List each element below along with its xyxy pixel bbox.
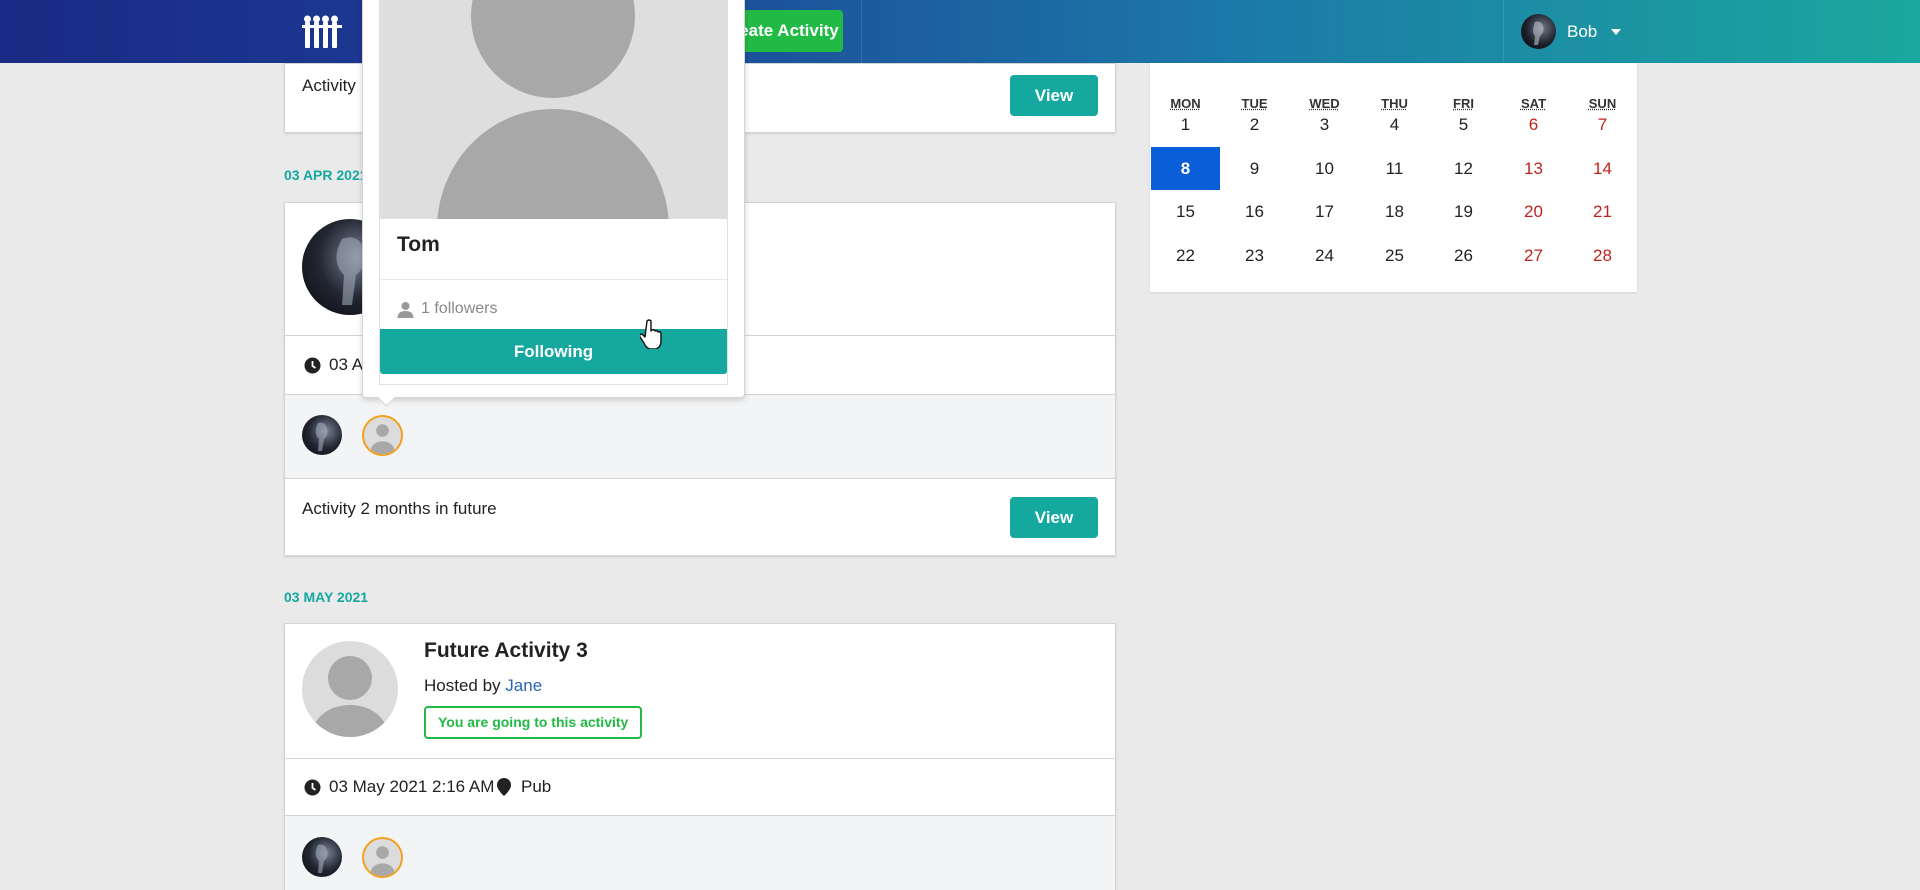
user-placeholder-icon xyxy=(364,839,401,876)
date-header: 03 MAY 2021 xyxy=(284,589,368,605)
user-placeholder-icon xyxy=(302,641,398,737)
clock-icon xyxy=(304,357,321,374)
calendar-day[interactable]: 18 xyxy=(1360,190,1429,233)
calendar-day[interactable]: 1 xyxy=(1151,103,1220,146)
date-header: 03 APR 2021 xyxy=(284,167,368,183)
profile-name: Tom xyxy=(397,233,440,257)
activity-time-segment: 03 May 2021 2:16 AM Pub xyxy=(284,758,1116,816)
app-logo-icon[interactable] xyxy=(302,14,346,48)
calendar-day[interactable]: 3 xyxy=(1290,103,1359,146)
calendar-day[interactable]: 4 xyxy=(1360,103,1429,146)
following-button[interactable]: Following xyxy=(380,329,727,374)
profile-card: Tom 1 followers Following xyxy=(379,0,728,385)
calendar-day[interactable]: 24 xyxy=(1290,234,1359,277)
calendar-day[interactable]: 20 xyxy=(1499,190,1568,233)
attendee-avatar[interactable] xyxy=(302,837,342,877)
calendar-day[interactable]: 12 xyxy=(1429,147,1498,190)
activity-datetime: 03 May 2021 2:16 AM xyxy=(329,777,494,797)
calendar-day[interactable]: 2 xyxy=(1220,103,1289,146)
divider xyxy=(380,279,727,280)
activity-datetime: 03 A xyxy=(329,355,363,375)
map-marker-icon xyxy=(497,778,511,796)
clock-icon xyxy=(304,779,321,796)
followers-label: 1 followers xyxy=(421,300,497,318)
activity-title[interactable]: Future Activity 3 xyxy=(424,639,588,663)
user-menu[interactable]: Bob xyxy=(1521,14,1621,49)
host-avatar[interactable] xyxy=(302,641,398,737)
calendar-day[interactable]: 5 xyxy=(1429,103,1498,146)
user-icon xyxy=(397,301,414,318)
hosted-by-text: Hosted by Jane xyxy=(424,676,542,696)
activity-footer-segment: Activity 2 months in future View xyxy=(284,478,1116,556)
calendar-day[interactable]: 6 xyxy=(1499,103,1568,146)
hosted-by-prefix: Hosted by xyxy=(424,676,501,695)
followers-count: 1 followers xyxy=(397,300,497,318)
attendee-avatar[interactable] xyxy=(362,837,403,878)
attendees-segment xyxy=(284,815,1116,890)
hand-cursor-icon xyxy=(640,319,666,349)
calendar-day[interactable]: 22 xyxy=(1151,234,1220,277)
user-avatar xyxy=(1521,14,1556,49)
calendar-day[interactable]: 16 xyxy=(1220,190,1289,233)
activity-description: Activity 2 months in future xyxy=(302,499,497,519)
calendar-day[interactable]: 26 xyxy=(1429,234,1498,277)
calendar-day[interactable]: 9 xyxy=(1220,147,1289,190)
view-button[interactable]: View xyxy=(1010,497,1098,538)
user-placeholder-icon xyxy=(364,417,401,454)
calendar-day[interactable]: 23 xyxy=(1220,234,1289,277)
calendar-day[interactable]: 21 xyxy=(1568,190,1637,233)
host-link[interactable]: Jane xyxy=(505,676,542,695)
attendee-avatar[interactable] xyxy=(362,415,403,456)
calendar-day[interactable]: 14 xyxy=(1568,147,1637,190)
calendar-day[interactable]: 15 xyxy=(1151,190,1220,233)
nav-divider xyxy=(1503,0,1504,63)
calendar-day[interactable]: 7 xyxy=(1568,103,1637,146)
nav-divider xyxy=(861,0,862,63)
view-button[interactable]: View xyxy=(1010,75,1098,116)
calendar-day[interactable]: 11 xyxy=(1360,147,1429,190)
calendar-day[interactable]: 19 xyxy=(1429,190,1498,233)
activity-venue: Pub xyxy=(521,777,551,797)
activity-description: Activity xyxy=(302,76,356,96)
calendar-day[interactable]: 25 xyxy=(1360,234,1429,277)
attendee-avatar[interactable] xyxy=(302,415,342,455)
calendar-day[interactable]: 13 xyxy=(1499,147,1568,190)
calendar-day-today[interactable]: 8 xyxy=(1151,147,1220,190)
activity-header-segment: Future Activity 3 Hosted by Jane You are… xyxy=(284,623,1116,759)
dropdown-caret-icon xyxy=(1611,29,1621,35)
attendees-segment xyxy=(284,394,1116,479)
profile-popup: Tom 1 followers Following xyxy=(362,0,745,398)
going-status-badge: You are going to this activity xyxy=(424,706,642,739)
calendar-day[interactable]: 27 xyxy=(1499,234,1568,277)
calendar-day[interactable]: 17 xyxy=(1290,190,1359,233)
profile-image[interactable] xyxy=(380,0,727,219)
calendar-day[interactable]: 10 xyxy=(1290,147,1359,190)
calendar-day[interactable]: 28 xyxy=(1568,234,1637,277)
user-name: Bob xyxy=(1567,22,1597,42)
calendar-widget: MON TUE WED THU FRI SAT SUN 1 2 3 4 5 6 7 8 9 10 11 12 13 14… xyxy=(1150,63,1637,292)
user-placeholder-icon xyxy=(380,0,727,219)
top-navbar: Create Activity Bob xyxy=(0,0,1920,63)
